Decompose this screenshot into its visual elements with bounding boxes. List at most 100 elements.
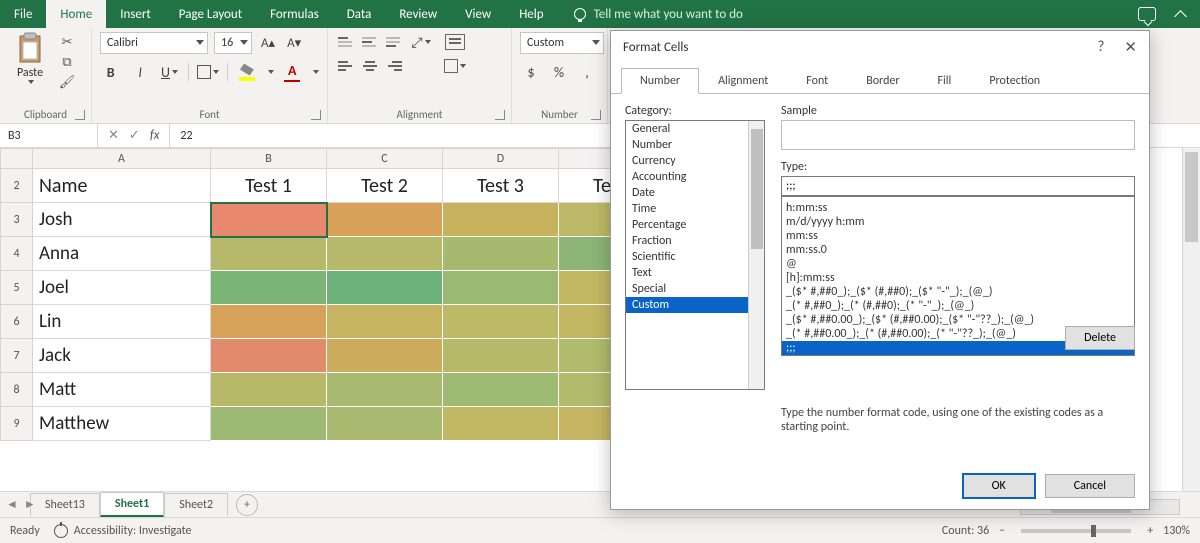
cell[interactable] bbox=[211, 305, 327, 339]
type-item[interactable]: h:mm:ss bbox=[782, 201, 1134, 215]
category-item[interactable]: Accounting bbox=[626, 169, 764, 185]
category-item[interactable]: Time bbox=[626, 201, 764, 217]
next-sheet-icon[interactable]: ► bbox=[24, 497, 36, 512]
paste-button[interactable]: Paste bbox=[8, 32, 52, 84]
listbox-scrollbar[interactable] bbox=[748, 121, 764, 389]
underline-button[interactable]: U bbox=[159, 62, 180, 82]
delete-button[interactable]: Delete bbox=[1065, 326, 1135, 350]
cut-icon[interactable]: ✂ bbox=[58, 34, 76, 50]
type-item[interactable]: _(* #,##0_);_(* (#,##0);_(* "-"_);_(@_) bbox=[782, 299, 1134, 313]
fx-icon[interactable]: fx bbox=[150, 128, 160, 143]
bold-button[interactable]: B bbox=[100, 62, 121, 82]
decrease-font-icon[interactable]: A▾ bbox=[284, 34, 304, 53]
category-item[interactable]: Number bbox=[626, 137, 764, 153]
cell[interactable] bbox=[327, 305, 443, 339]
category-item[interactable]: Currency bbox=[626, 153, 764, 169]
dlg-tab-protection[interactable]: Protection bbox=[970, 68, 1059, 94]
cell[interactable] bbox=[443, 271, 559, 305]
category-item[interactable]: Text bbox=[626, 265, 764, 281]
percent-format-button[interactable]: % bbox=[548, 62, 570, 82]
dlg-tab-alignment[interactable]: Alignment bbox=[699, 68, 787, 94]
comments-icon[interactable] bbox=[1138, 7, 1156, 21]
cell[interactable] bbox=[327, 373, 443, 407]
borders-button[interactable] bbox=[197, 62, 219, 82]
tab-help[interactable]: Help bbox=[505, 0, 557, 28]
sheet-tab[interactable]: Sheet13 bbox=[30, 493, 100, 516]
dialog-launcher-icon[interactable] bbox=[591, 110, 601, 120]
col-header[interactable]: A bbox=[33, 149, 211, 169]
row-header[interactable]: 6 bbox=[1, 305, 33, 339]
align-left-button[interactable] bbox=[336, 56, 356, 76]
category-item[interactable]: General bbox=[626, 121, 764, 137]
tab-file[interactable]: File bbox=[0, 0, 46, 28]
cell[interactable] bbox=[327, 237, 443, 271]
tell-me[interactable]: Tell me what you want to do bbox=[558, 0, 759, 28]
row-header[interactable]: 7 bbox=[1, 339, 33, 373]
align-bottom-button[interactable] bbox=[384, 32, 404, 52]
row-header[interactable]: 2 bbox=[1, 169, 33, 203]
cancel-formula-icon[interactable]: ✕ bbox=[108, 128, 119, 143]
dialog-titlebar[interactable]: Format Cells ? ✕ bbox=[611, 31, 1149, 63]
cell[interactable]: Test 1 bbox=[211, 169, 327, 203]
new-sheet-button[interactable]: + bbox=[236, 494, 258, 516]
col-header[interactable]: D bbox=[443, 149, 559, 169]
type-item[interactable]: mm:ss bbox=[782, 229, 1134, 243]
cell[interactable]: Jack bbox=[33, 339, 211, 373]
type-item[interactable]: mm:ss.0 bbox=[782, 243, 1134, 257]
tab-home[interactable]: Home bbox=[46, 0, 106, 28]
zoom-out-button[interactable]: − bbox=[999, 524, 1005, 538]
font-size-combo[interactable]: 16 bbox=[214, 32, 252, 54]
type-item[interactable]: _($* #,##0.00_);_($* (#,##0.00);_($* "-"… bbox=[782, 313, 1134, 327]
cell[interactable] bbox=[443, 203, 559, 237]
category-item[interactable]: Custom bbox=[626, 297, 764, 313]
zoom-level[interactable]: 130% bbox=[1163, 524, 1190, 538]
type-item[interactable]: @ bbox=[782, 257, 1134, 271]
enter-formula-icon[interactable]: ✓ bbox=[129, 128, 140, 143]
row-header[interactable]: 9 bbox=[1, 407, 33, 441]
dialog-launcher-icon[interactable] bbox=[495, 110, 505, 120]
collapse-ribbon-icon[interactable] bbox=[1174, 8, 1186, 20]
category-item[interactable]: Fraction bbox=[626, 233, 764, 249]
align-middle-button[interactable] bbox=[360, 32, 380, 52]
name-box[interactable]: B3 bbox=[0, 124, 98, 147]
cell[interactable] bbox=[443, 237, 559, 271]
cell[interactable]: Lin bbox=[33, 305, 211, 339]
tab-view[interactable]: View bbox=[451, 0, 505, 28]
category-item[interactable]: Date bbox=[626, 185, 764, 201]
cell[interactable] bbox=[443, 305, 559, 339]
align-center-button[interactable] bbox=[360, 56, 380, 76]
cell[interactable] bbox=[327, 203, 443, 237]
cell[interactable] bbox=[211, 407, 327, 441]
cancel-button[interactable]: Cancel bbox=[1045, 474, 1135, 498]
dialog-launcher-icon[interactable] bbox=[311, 110, 321, 120]
cell[interactable] bbox=[211, 203, 327, 237]
col-header[interactable]: B bbox=[211, 149, 327, 169]
cell[interactable] bbox=[443, 407, 559, 441]
tab-review[interactable]: Review bbox=[385, 0, 451, 28]
align-right-button[interactable] bbox=[384, 56, 404, 76]
tab-data[interactable]: Data bbox=[333, 0, 386, 28]
dlg-tab-border[interactable]: Border bbox=[847, 68, 918, 94]
orientation-button[interactable]: ⤢ bbox=[410, 32, 432, 52]
select-all-corner[interactable] bbox=[1, 149, 33, 169]
ok-button[interactable]: OK bbox=[963, 474, 1035, 498]
cell[interactable] bbox=[211, 271, 327, 305]
comma-format-button[interactable]: , bbox=[576, 62, 598, 82]
copy-icon[interactable]: ⧉ bbox=[58, 54, 76, 70]
col-header[interactable]: C bbox=[327, 149, 443, 169]
type-item[interactable]: [h]:mm:ss bbox=[782, 271, 1134, 285]
font-color-button[interactable]: A bbox=[282, 62, 303, 82]
prev-sheet-icon[interactable]: ◄ bbox=[6, 497, 18, 512]
cell[interactable]: Matthew bbox=[33, 407, 211, 441]
cell[interactable] bbox=[211, 373, 327, 407]
format-painter-icon[interactable]: 🖌 bbox=[58, 74, 76, 90]
cell[interactable] bbox=[327, 271, 443, 305]
type-input[interactable] bbox=[781, 176, 1135, 196]
number-format-combo[interactable]: Custom bbox=[520, 32, 604, 54]
tab-formulas[interactable]: Formulas bbox=[256, 0, 333, 28]
cell[interactable]: Anna bbox=[33, 237, 211, 271]
accessibility-status[interactable]: Accessibility: Investigate bbox=[54, 524, 192, 538]
row-header[interactable]: 8 bbox=[1, 373, 33, 407]
cell[interactable] bbox=[211, 339, 327, 373]
zoom-in-button[interactable]: + bbox=[1147, 524, 1153, 538]
